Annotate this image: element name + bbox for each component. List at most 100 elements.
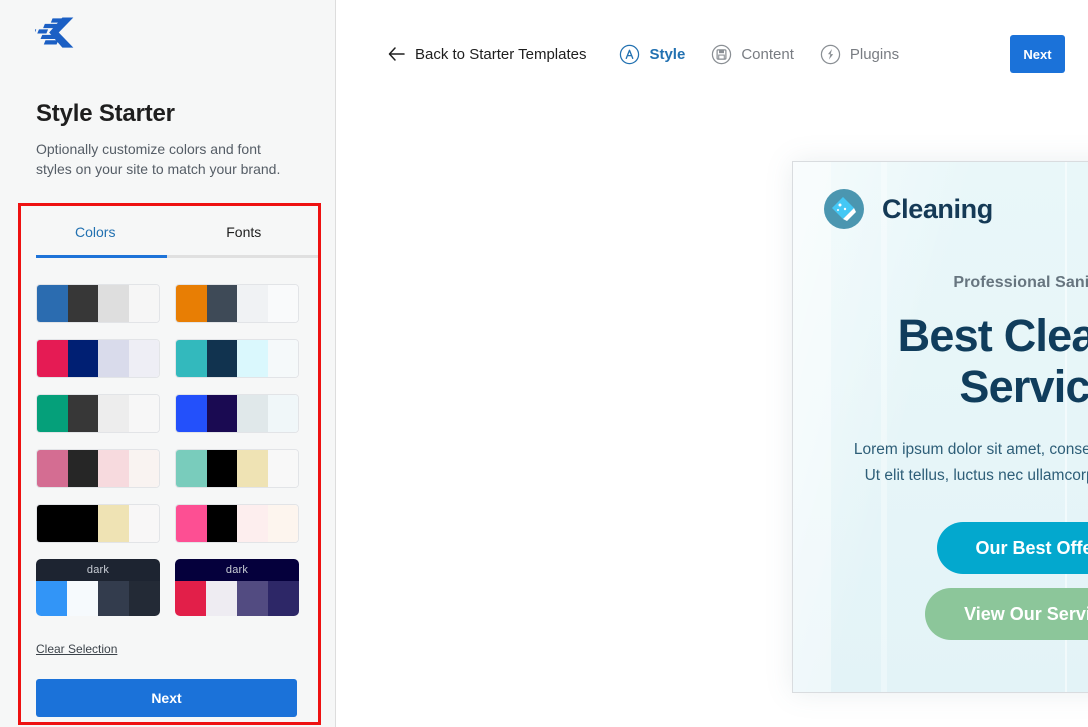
palette-swatch	[206, 450, 237, 487]
palette-swatch	[128, 395, 159, 432]
palette-swatch	[206, 285, 237, 322]
palette-swatch	[37, 450, 68, 487]
main-area: Back to Starter Templates Style Content …	[336, 0, 1088, 727]
palette-swatch	[98, 285, 129, 322]
preview-secondary-cta[interactable]: View Our Services	[925, 588, 1088, 640]
palette-swatch	[67, 581, 98, 616]
style-starter-screen: Style Starter Optionally customize color…	[0, 0, 1088, 727]
palette-swatch	[176, 340, 207, 377]
palette-swatch	[176, 450, 207, 487]
palette-dark-badge: dark	[36, 559, 160, 581]
palette-swatch	[176, 395, 207, 432]
step-plugins[interactable]: Plugins	[820, 44, 899, 65]
style-options-panel: Colors Fonts dark dark Clear Selection Ne…	[21, 206, 318, 722]
palette-swatch	[37, 340, 68, 377]
palette-swatch	[37, 505, 68, 542]
step-plugins-label: Plugins	[849, 45, 900, 63]
palette-swatch	[37, 285, 68, 322]
site-preview-frame[interactable]: Cleaning Professional Sanitizing Best Cl…	[792, 161, 1088, 693]
color-palette-option[interactable]: dark	[175, 559, 299, 616]
palette-swatch	[128, 285, 159, 322]
kadence-logo-icon	[35, 17, 74, 48]
palette-swatch	[128, 340, 159, 377]
arrow-left-icon	[388, 47, 405, 61]
palette-swatch	[237, 285, 268, 322]
preview-cta-group: Our Best Offers View Our Services	[793, 522, 1088, 640]
color-palette-option[interactable]	[36, 449, 160, 488]
preview-content: Cleaning Professional Sanitizing Best Cl…	[793, 162, 1088, 692]
tab-fonts[interactable]: Fonts	[170, 206, 319, 258]
palette-swatch	[237, 450, 268, 487]
step-content[interactable]: Content	[711, 44, 794, 65]
palette-swatch	[206, 581, 237, 616]
plugins-icon	[820, 44, 841, 64]
palette-swatch	[176, 505, 207, 542]
tab-colors[interactable]: Colors	[21, 206, 170, 258]
sidebar: Style Starter Optionally customize color…	[0, 0, 336, 727]
palette-swatch	[267, 340, 298, 377]
palette-swatch	[67, 450, 98, 487]
preview-primary-cta[interactable]: Our Best Offers	[937, 522, 1088, 574]
palette-swatch	[206, 505, 237, 542]
palette-swatch	[67, 285, 98, 322]
logo-container	[0, 0, 335, 70]
preview-heading-line2: Service.	[959, 361, 1088, 412]
palette-swatch	[129, 581, 160, 616]
palette-swatch	[237, 505, 268, 542]
palette-swatch	[98, 505, 129, 542]
color-palette-option[interactable]	[175, 339, 299, 378]
tab-active-indicator	[36, 255, 167, 258]
preview-heading: Best Cleaning Service.	[793, 310, 1088, 412]
preview-body-line1: Lorem ipsum dolor sit amet, consectetur …	[853, 441, 1088, 458]
palette-dark-badge: dark	[175, 559, 299, 581]
color-palette-option[interactable]	[36, 394, 160, 433]
sidebar-header: Style Starter Optionally customize color…	[0, 100, 335, 179]
clear-selection-link[interactable]: Clear Selection	[36, 642, 117, 656]
color-palette-option[interactable]	[36, 284, 160, 323]
steps-nav: Style Content Plugins	[619, 44, 899, 65]
palette-swatch	[206, 340, 237, 377]
color-palette-option[interactable]	[36, 339, 160, 378]
palette-swatch	[267, 285, 298, 322]
style-icon	[620, 44, 640, 64]
palette-swatch	[176, 285, 207, 322]
color-palette-option[interactable]: dark	[36, 559, 160, 616]
palette-swatch	[237, 340, 268, 377]
back-link-label: Back to Starter Templates	[415, 45, 587, 63]
palette-swatch	[175, 581, 206, 616]
step-style-label: Style	[649, 45, 686, 63]
step-content-label: Content	[741, 45, 794, 63]
step-style[interactable]: Style	[619, 44, 685, 65]
palette-swatch	[67, 395, 98, 432]
palette-swatch	[267, 395, 298, 432]
palette-swatch	[37, 395, 68, 432]
color-palette-option[interactable]	[36, 504, 160, 543]
palette-swatch	[98, 581, 129, 616]
palette-swatch	[98, 450, 129, 487]
back-to-starter-templates-link[interactable]: Back to Starter Templates	[388, 46, 586, 63]
color-palette-option[interactable]	[175, 504, 299, 543]
palette-swatch	[128, 450, 159, 487]
preview-body-text: Lorem ipsum dolor sit amet, consectetur …	[793, 437, 1088, 489]
topbar-next-button[interactable]: Next	[1010, 35, 1065, 73]
palette-swatch	[98, 395, 129, 432]
palette-swatch	[67, 340, 98, 377]
topbar: Back to Starter Templates Style Content …	[336, 0, 1088, 108]
color-palette-option[interactable]	[175, 284, 299, 323]
preview-eyebrow: Professional Sanitizing	[953, 274, 1088, 291]
palette-swatch	[267, 450, 298, 487]
color-palette-grid: dark dark	[21, 284, 318, 616]
content-icon	[712, 44, 732, 64]
preview-body-line2: Ut elit tellus, luctus nec ullamcorper m…	[864, 467, 1088, 484]
palette-swatch	[67, 505, 98, 542]
color-palette-option[interactable]	[175, 394, 299, 433]
color-palette-option[interactable]	[175, 449, 299, 488]
palette-swatch	[237, 395, 268, 432]
tablist: Colors Fonts	[21, 206, 318, 258]
palette-swatch	[206, 395, 237, 432]
palette-swatch	[267, 505, 298, 542]
sidebar-next-button[interactable]: Next	[36, 679, 297, 717]
preview-site-header: Cleaning	[793, 162, 1088, 230]
palette-swatch	[268, 581, 299, 616]
palette-swatch	[98, 340, 129, 377]
